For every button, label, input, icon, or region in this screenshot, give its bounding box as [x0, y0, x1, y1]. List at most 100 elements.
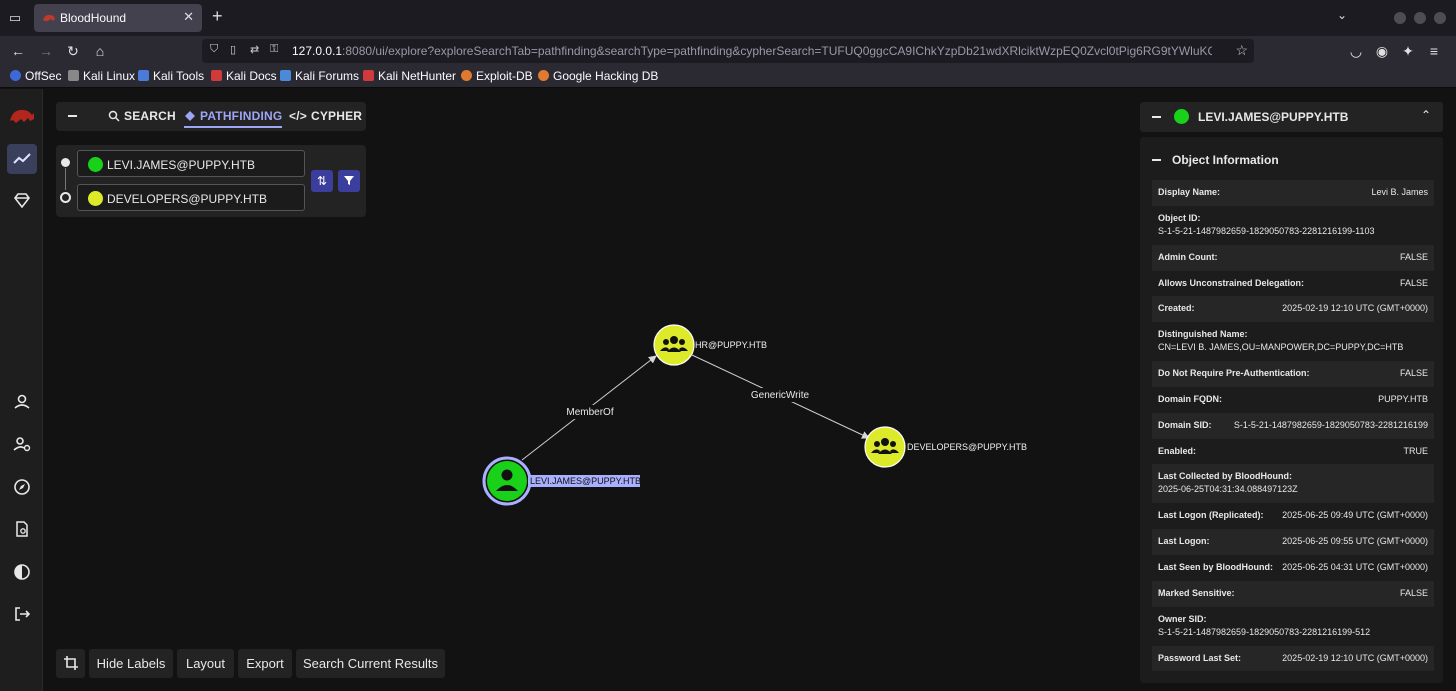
api-explorer-nav-button[interactable]	[7, 472, 37, 502]
bookmark-kali-forums[interactable]: Kali Forums	[280, 69, 359, 83]
menu-icon[interactable]: ≡	[1423, 40, 1445, 62]
property-row: Enabled: TRUE	[1158, 445, 1428, 456]
start-node-field[interactable]: LEVI.JAMES@PUPPY.HTB	[77, 150, 305, 177]
property-row: Last Seen by BloodHound: 2025-06-25 04:31…	[1158, 561, 1428, 572]
node-label-hr: HR@PUPPY.HTB	[695, 340, 767, 350]
property-row: Last Logon (Replicated): 2025-06-25 09:49…	[1158, 510, 1428, 521]
collapse-search-button[interactable]	[66, 107, 80, 125]
user-icon	[14, 394, 30, 409]
bookmark-star-icon[interactable]: ☆	[1235, 42, 1248, 59]
side-navigation	[0, 89, 43, 691]
back-arrow-icon[interactable]: ←	[7, 40, 29, 62]
tab-pathfinding[interactable]: PATHFINDING	[184, 109, 283, 128]
hide-labels-button[interactable]: Hide Labels	[89, 649, 173, 678]
user-gear-icon	[13, 437, 31, 452]
extensions-icon[interactable]: ✦	[1397, 40, 1419, 62]
tab-title: BloodHound	[60, 11, 127, 25]
layout-button[interactable]: Layout	[177, 649, 234, 678]
export-button[interactable]: Export	[238, 649, 292, 678]
page-icon[interactable]: ▯	[230, 43, 236, 56]
trend-line-icon	[13, 153, 31, 164]
target-icon	[60, 192, 71, 203]
permissions-icon[interactable]: ⇄	[250, 43, 259, 56]
bookmark-kali-linux[interactable]: Kali Linux	[68, 69, 135, 83]
entity-info-panel: Object Information Display Name: Levi B. …	[1140, 137, 1443, 683]
contrast-icon	[14, 564, 30, 580]
profile-nav-button[interactable]	[7, 387, 37, 417]
property-row: Marked Sensitive: FALSE	[1152, 580, 1434, 607]
reload-icon[interactable]: ↻	[62, 40, 84, 62]
administration-nav-button[interactable]	[7, 429, 37, 459]
site-info-icon[interactable]: ⚿	[270, 43, 278, 56]
node-levi-james-user[interactable]: LEVI.JAMES@PUPPY.HTB	[482, 456, 641, 506]
section-title: Object Information	[1172, 153, 1279, 167]
documentation-nav-button[interactable]	[7, 514, 37, 544]
property-row: Display Name: Levi B. James	[1152, 180, 1434, 206]
bookmark-kali-tools[interactable]: Kali Tools	[138, 69, 204, 83]
compass-icon	[14, 479, 30, 495]
property-row: Distinguished Name: CN=LEVI B. JAMES,OU=M…	[1158, 329, 1404, 353]
new-tab-icon[interactable]: +	[212, 6, 223, 27]
bookmark-kali-nethunter[interactable]: Kali NetHunter	[363, 69, 456, 83]
bookmark-google-hacking-db[interactable]: Google Hacking DB	[538, 69, 658, 83]
maximize-button[interactable]	[1414, 12, 1426, 24]
tab-search[interactable]: SEARCH	[108, 109, 176, 123]
edge-filter-button[interactable]	[338, 170, 360, 192]
crop-icon	[63, 656, 78, 670]
tab-list-icon[interactable]: ▭	[6, 9, 24, 27]
property-row: Object ID: S-1-5-21-1487982659-1829050783…	[1158, 212, 1375, 236]
collapse-entity-button[interactable]	[1152, 116, 1161, 118]
crop-button[interactable]	[56, 649, 85, 678]
property-row: Password Last Set: 2025-02-19 12:10 UTC (…	[1152, 645, 1434, 672]
route-icon	[185, 111, 195, 121]
bookmarks-bar: OffSec Kali Linux Kali Tools Kali Docs K…	[0, 66, 1456, 88]
entity-title: LEVI.JAMES@PUPPY.HTB	[1198, 110, 1349, 124]
browser-tab-strip: ▭ BloodHound ✕ + ⌄	[0, 0, 1456, 36]
explore-search-tabs: SEARCH PATHFINDING </> CYPHER	[56, 102, 366, 131]
search-current-results-button[interactable]: Search Current Results	[296, 649, 445, 678]
home-icon[interactable]: ⌂	[89, 40, 111, 62]
bookmark-offsec[interactable]: OffSec	[10, 69, 61, 83]
expand-panel-icon[interactable]: ⌃	[1421, 108, 1431, 122]
group-management-nav-button[interactable]	[7, 186, 37, 216]
property-list: Display Name: Levi B. James Object ID: S-1…	[1152, 180, 1434, 672]
property-row: Domain FQDN: PUPPY.HTB	[1158, 393, 1428, 404]
dark-mode-toggle[interactable]	[7, 557, 37, 587]
account-icon[interactable]: ◉	[1371, 40, 1393, 62]
bloodhound-logo-icon[interactable]	[8, 105, 36, 129]
url-bar[interactable]: ⛉ ▯ ⇄ ⚿ 127.0.0.1:8080/ui/explore?explor…	[202, 39, 1254, 63]
forward-arrow-icon[interactable]: →	[35, 40, 57, 62]
tab-cypher[interactable]: </> CYPHER	[289, 109, 362, 123]
tab-close-icon[interactable]: ✕	[183, 9, 194, 25]
shield-icon[interactable]: ⛉	[210, 43, 218, 56]
logout-icon	[15, 607, 31, 621]
explore-nav-button[interactable]	[7, 144, 37, 174]
close-window-button[interactable]	[1434, 12, 1446, 24]
start-dot-icon	[61, 158, 70, 167]
property-row: Last Logon: 2025-06-25 09:55 UTC (GMT+000…	[1152, 529, 1434, 555]
navigation-bar: ← → ↻ ⌂ ⛉ ▯ ⇄ ⚿ 127.0.0.1:8080/ui/explor…	[0, 36, 1456, 66]
minimize-button[interactable]	[1394, 12, 1406, 24]
logout-nav-button[interactable]	[7, 599, 37, 629]
edge-label-memberof: MemberOf	[566, 407, 613, 418]
url-text[interactable]: 127.0.0.1:8080/ui/explore?exploreSearchT…	[292, 44, 1212, 58]
edge-label-genericwrite: GenericWrite	[751, 390, 810, 401]
bloodhound-app: MemberOf GenericWrite HR@PUPPY.HTB DEVEL…	[0, 89, 1456, 691]
entity-panel-header: LEVI.JAMES@PUPPY.HTB ⌃	[1140, 102, 1443, 132]
pocket-icon[interactable]: ◡	[1345, 40, 1367, 62]
group-node-icon	[88, 191, 103, 206]
pathfinding-panel: LEVI.JAMES@PUPPY.HTB DEVELOPERS@PUPPY.HT…	[56, 145, 366, 217]
node-developers-group[interactable]: DEVELOPERS@PUPPY.HTB	[864, 426, 1027, 468]
node-hr-group[interactable]: HR@PUPPY.HTB	[653, 324, 767, 366]
swap-nodes-button[interactable]: ⇅	[311, 170, 333, 192]
gem-icon	[13, 193, 31, 209]
chevron-down-icon[interactable]: ⌄	[1337, 8, 1347, 22]
bookmark-exploit-db[interactable]: Exploit-DB	[461, 69, 533, 83]
node-label-levi-james: LEVI.JAMES@PUPPY.HTB	[530, 476, 641, 486]
bookmark-kali-docs[interactable]: Kali Docs	[211, 69, 277, 83]
filter-icon	[344, 176, 354, 185]
collapse-section-button[interactable]	[1152, 159, 1161, 161]
code-icon: </>	[289, 109, 307, 123]
browser-tab[interactable]: BloodHound ✕	[34, 4, 202, 32]
end-node-field[interactable]: DEVELOPERS@PUPPY.HTB	[77, 184, 305, 211]
